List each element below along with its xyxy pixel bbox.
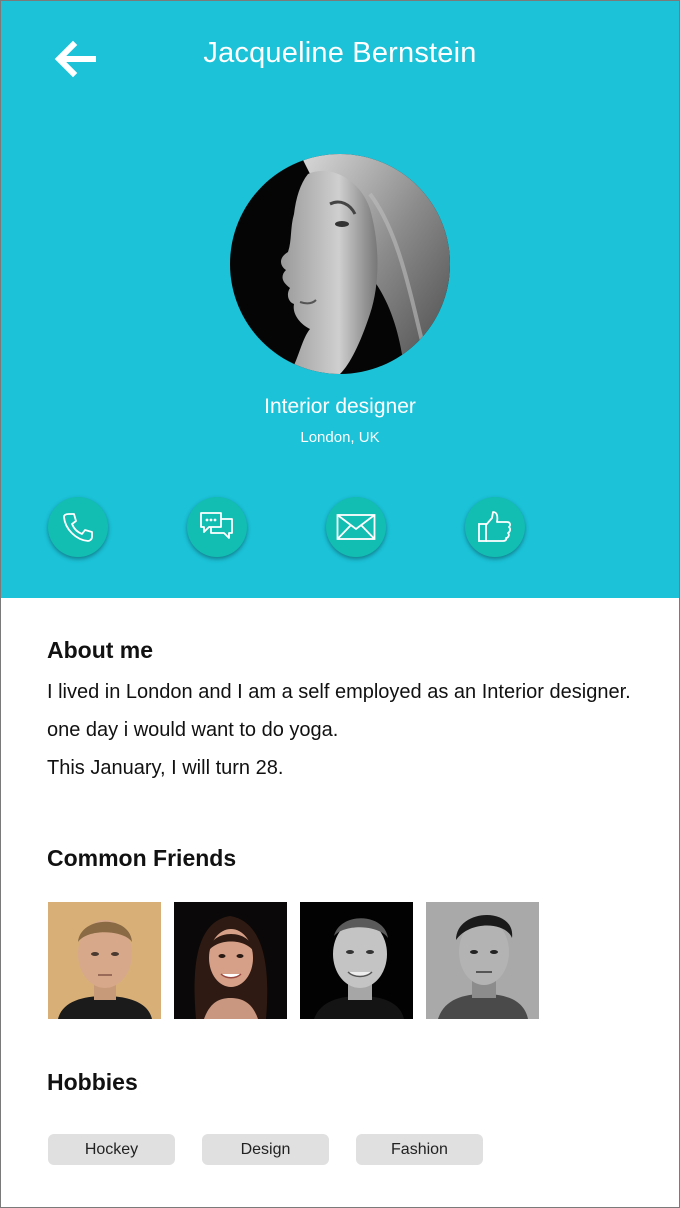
profile-screen: Jacqueline Bernstein Interior designer L… xyxy=(0,0,680,1208)
friend-photo[interactable] xyxy=(174,902,287,1019)
profile-role: Interior designer xyxy=(264,395,416,418)
common-friends-heading: Common Friends xyxy=(47,845,237,871)
hobbies-heading: Hobbies xyxy=(47,1069,138,1095)
about-text: I lived in London and I am a self employ… xyxy=(47,673,647,787)
profile-location: London, UK xyxy=(300,429,380,446)
mail-icon xyxy=(336,514,376,540)
hobby-chip-fashion[interactable]: Fashion xyxy=(356,1134,483,1165)
chat-icon xyxy=(200,512,233,539)
page-title: Jacqueline Bernstein xyxy=(203,37,477,69)
about-line: This January, I will turn 28. xyxy=(47,757,284,779)
friend-photo[interactable] xyxy=(426,902,539,1019)
friend-photo[interactable] xyxy=(48,902,161,1019)
about-heading: About me xyxy=(47,637,154,663)
hobby-chip-hockey[interactable]: Hockey xyxy=(48,1134,175,1165)
phone-icon xyxy=(63,513,93,542)
avatar xyxy=(230,154,450,374)
thumbs-up-icon xyxy=(478,511,511,542)
call-button[interactable] xyxy=(48,497,108,557)
mail-button[interactable] xyxy=(326,497,386,557)
profile-header: Jacqueline Bernstein Interior designer L… xyxy=(1,1,679,598)
hobby-chip-design[interactable]: Design xyxy=(202,1134,329,1165)
like-button[interactable] xyxy=(465,497,525,557)
chat-button[interactable] xyxy=(187,497,247,557)
friend-photo[interactable] xyxy=(300,902,413,1019)
about-line: I lived in London and I am a self employ… xyxy=(47,681,631,741)
